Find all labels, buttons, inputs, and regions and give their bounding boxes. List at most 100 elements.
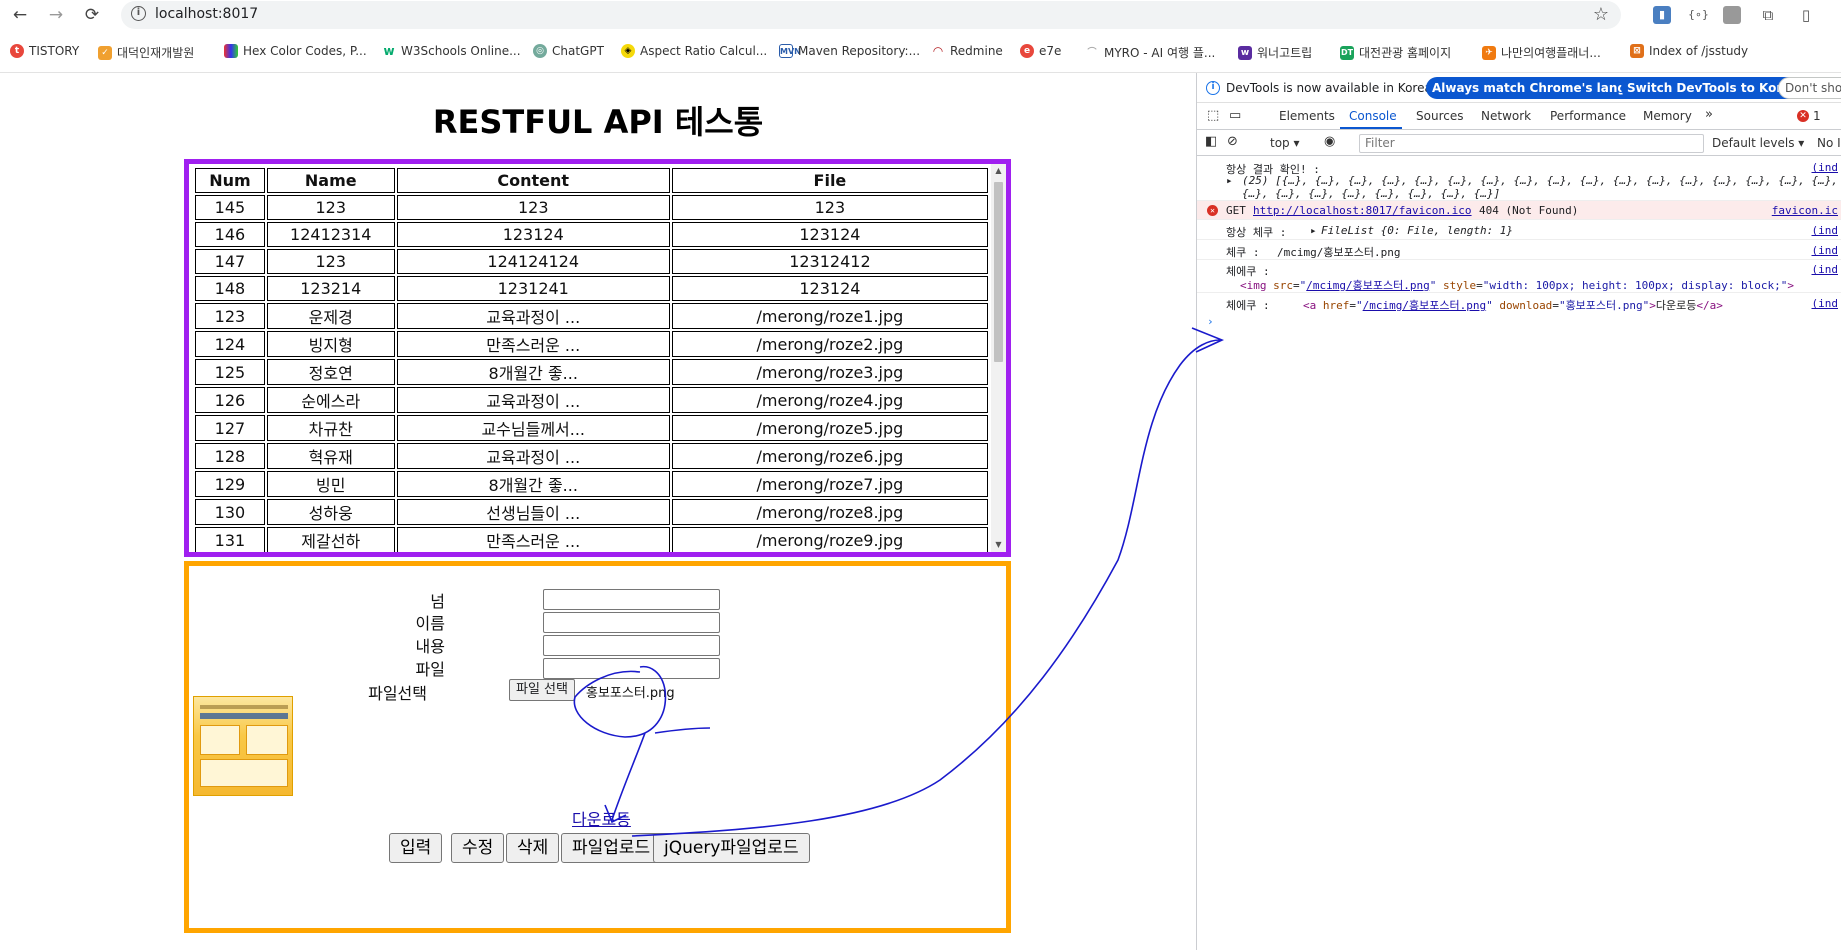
side-panel-icon[interactable]: ▯ xyxy=(1797,6,1815,24)
cell-content: 만족스러운 ... xyxy=(396,331,670,357)
table-scrollbar[interactable]: ▲ ▼ xyxy=(991,164,1006,552)
back-arrow-icon[interactable]: ← xyxy=(9,4,31,26)
sidebar-toggle-icon[interactable]: ◧ xyxy=(1205,134,1217,149)
profile-extension-icon[interactable] xyxy=(1723,6,1741,24)
bookmark-item[interactable]: DT 대전관광 홈페이지 xyxy=(1340,44,1451,61)
file-choose-button[interactable]: 파일 선택 xyxy=(509,679,575,701)
table-row[interactable]: 123 운제경 교육과정이 .../merong/roze1.jpg xyxy=(195,303,988,329)
bookmark-item[interactable]: ◠ Redmine xyxy=(931,44,1003,58)
tab-memory[interactable]: Memory xyxy=(1643,109,1692,123)
update-button[interactable]: 수정 xyxy=(451,833,505,863)
console-filter-input[interactable]: Filter xyxy=(1359,134,1704,153)
cell-file: /merong/roze5.jpg xyxy=(671,415,988,441)
scroll-down-arrow-icon[interactable]: ▼ xyxy=(991,538,1006,552)
scroll-up-arrow-icon[interactable]: ▲ xyxy=(991,164,1006,178)
cell-name: 혁유재 xyxy=(266,443,395,469)
tab-performance[interactable]: Performance xyxy=(1550,109,1626,123)
issues-counter[interactable]: No I xyxy=(1817,136,1841,150)
img-element-output[interactable]: <img src="/mcimg/홍보포스터.png" style="width… xyxy=(1240,277,1794,293)
console-prompt-icon[interactable]: › xyxy=(1207,315,1214,328)
name-input[interactable] xyxy=(543,612,720,633)
site-info-icon[interactable]: i xyxy=(131,6,146,21)
content-input[interactable] xyxy=(543,635,720,656)
bookmark-item[interactable]: ◈ Aspect Ratio Calcul... xyxy=(621,44,767,58)
url-text[interactable]: localhost:8017 xyxy=(155,6,258,22)
table-row[interactable]: 131 제갈선하 만족스러운 .../merong/roze9.jpg xyxy=(195,527,988,552)
inspect-element-icon[interactable]: ⬚ xyxy=(1207,108,1219,123)
console-message: 체쿠 : /mcimg/홍보포스터.png (ind xyxy=(1197,240,1841,260)
cell-content: 교육과정이 ... xyxy=(396,443,670,469)
table-row[interactable]: 130 성하웅 선생님들이 .../merong/roze8.jpg xyxy=(195,499,988,525)
table-row[interactable]: 145 123 123 123 xyxy=(195,195,988,220)
delete-button[interactable]: 삭제 xyxy=(506,833,560,863)
cell-name: 123 xyxy=(266,195,395,220)
expand-triangle-icon[interactable]: ▸ xyxy=(1310,224,1317,237)
devtools-panel: i DevTools is now available in Korean! A… xyxy=(1196,73,1841,950)
address-bar[interactable]: i localhost:8017 ☆ xyxy=(121,1,1621,29)
source-link[interactable]: (ind xyxy=(1812,161,1839,174)
source-link[interactable]: favicon.ic xyxy=(1772,204,1838,217)
source-link[interactable]: (ind xyxy=(1812,244,1839,257)
error-count-icon[interactable]: ✕ xyxy=(1797,110,1809,122)
download-link[interactable]: 다운로등 xyxy=(572,806,631,830)
puzzle-icon[interactable]: ⧉ xyxy=(1759,6,1777,24)
bookmark-item[interactable]: t TISTORY xyxy=(10,44,79,58)
cell-name: 123 xyxy=(266,249,395,274)
forward-arrow-icon[interactable]: → xyxy=(45,4,67,26)
bookmark-star-icon[interactable]: ☆ xyxy=(1593,4,1609,25)
cell-file: /merong/roze1.jpg xyxy=(671,303,988,329)
bookmark-item[interactable]: ◎ ChatGPT xyxy=(533,44,604,58)
bookmark-item[interactable]: ✈ 나만의여행플래너... xyxy=(1482,44,1601,61)
table-row[interactable]: 126 순에스라 교육과정이 .../merong/roze4.jpg xyxy=(195,387,988,413)
bookmark-item[interactable]: Hex Color Codes, P... xyxy=(224,44,367,58)
bookmark-item[interactable]: e e7e xyxy=(1020,44,1061,58)
reload-icon[interactable]: ⟳ xyxy=(81,4,103,26)
bookmark-item[interactable]: ✓ 대덕인재개발원 xyxy=(98,44,194,61)
table-row[interactable]: 125 정호연 8개월간 좋.../merong/roze3.jpg xyxy=(195,359,988,385)
scroll-thumb[interactable] xyxy=(994,182,1003,362)
table-row[interactable]: 128 혁유재 교육과정이 .../merong/roze6.jpg xyxy=(195,443,988,469)
board-table-container[interactable]: Num Name Content File 145 123 123 123 146 124… xyxy=(184,159,1011,557)
table-row[interactable]: 124 빙지형 만족스러운 .../merong/roze2.jpg xyxy=(195,331,988,357)
error-count[interactable]: 1 xyxy=(1813,109,1821,123)
bookmark-item[interactable]: w W3Schools Online... xyxy=(382,44,521,58)
table-row[interactable]: 146 12412314 123124 123124 xyxy=(195,222,988,247)
extension-icon[interactable]: ▮ xyxy=(1653,6,1671,24)
anchor-element-output[interactable]: <a href="/mcimg/홍보포스터.png" download="홍보포… xyxy=(1303,297,1723,313)
source-link[interactable]: (ind xyxy=(1812,224,1839,237)
insert-button[interactable]: 입력 xyxy=(389,833,443,863)
bookmark-item[interactable]: MVN Maven Repository:... xyxy=(779,44,920,58)
bookmark-item[interactable]: ⌒ MYRO - AI 여행 플... xyxy=(1085,44,1215,61)
source-link[interactable]: (ind xyxy=(1812,297,1839,310)
table-row[interactable]: 148 123214 1231241 123124 xyxy=(195,276,988,301)
bookmark-item[interactable]: w 워너고트립 xyxy=(1238,44,1312,61)
console-toolbar: ◧ ⊘ top ▾ ◉ Filter Default levels ▾ No I xyxy=(1197,131,1841,156)
clear-console-icon[interactable]: ⊘ xyxy=(1227,134,1238,149)
live-expression-eye-icon[interactable]: ◉ xyxy=(1324,134,1335,149)
source-link[interactable]: (ind xyxy=(1812,263,1839,276)
table-row[interactable]: 127 차규찬 교수님들께서.../merong/roze5.jpg xyxy=(195,415,988,441)
table-row[interactable]: 147 123 124124124 12312412 xyxy=(195,249,988,274)
num-input[interactable] xyxy=(543,589,720,610)
extension-json-icon[interactable]: {∘} xyxy=(1688,6,1709,24)
col-name-header: Name xyxy=(266,168,395,193)
tab-network[interactable]: Network xyxy=(1481,109,1531,123)
num-label: 넘 xyxy=(430,592,445,611)
tab-console[interactable]: Console xyxy=(1349,109,1397,123)
dont-show-button[interactable]: Don't show xyxy=(1778,77,1841,99)
table-row[interactable]: 129 빙민 8개월간 좋.../merong/roze7.jpg xyxy=(195,471,988,497)
cell-num: 125 xyxy=(195,359,265,385)
tab-elements[interactable]: Elements xyxy=(1279,109,1335,123)
more-tabs-icon[interactable]: » xyxy=(1705,107,1713,122)
favicon-request-link[interactable]: http://localhost:8017/favicon.ico xyxy=(1253,204,1472,217)
expand-triangle-icon[interactable]: ▸ xyxy=(1226,174,1233,187)
context-selector[interactable]: top ▾ xyxy=(1270,136,1300,150)
file-upload-button[interactable]: 파일업로드 xyxy=(561,833,662,863)
bookmark-item[interactable]: ⊠ Index of /jsstudy xyxy=(1630,44,1748,58)
travel-planner-icon: ✈ xyxy=(1482,45,1496,60)
file-input[interactable] xyxy=(543,658,720,679)
jquery-file-upload-button[interactable]: jQuery파일업로드 xyxy=(653,833,810,863)
log-levels-dropdown[interactable]: Default levels ▾ xyxy=(1712,136,1804,150)
tab-sources[interactable]: Sources xyxy=(1416,109,1463,123)
device-toolbar-icon[interactable]: ▭ xyxy=(1229,108,1241,123)
